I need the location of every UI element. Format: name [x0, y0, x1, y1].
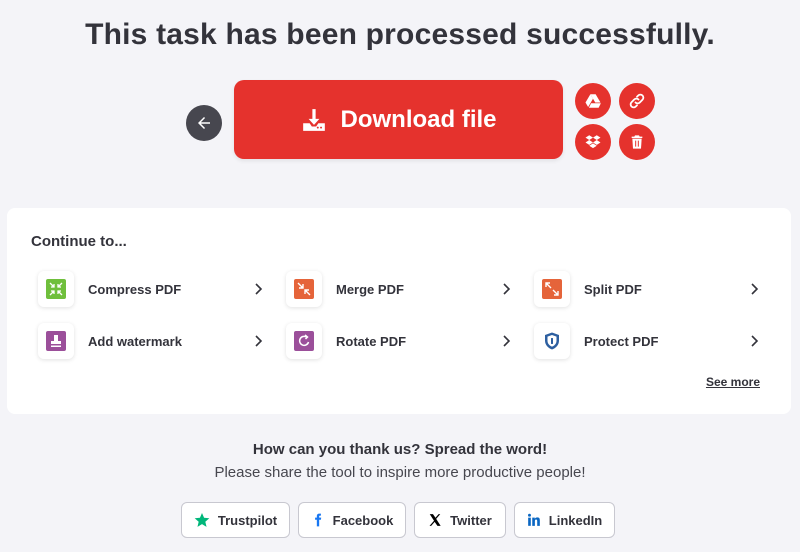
- chevron-right-icon: [255, 335, 263, 347]
- continue-title: Continue to...: [31, 233, 127, 250]
- social-label: LinkedIn: [548, 512, 603, 528]
- arrow-left-icon: [198, 117, 210, 129]
- social-label: Twitter: [450, 512, 492, 528]
- chevron-right-icon: [503, 283, 511, 295]
- chevron-right-icon: [503, 335, 511, 347]
- rotate-icon: [294, 331, 314, 351]
- tool-merge-pdf[interactable]: Merge PDF: [286, 271, 514, 307]
- linkedin-button[interactable]: LinkedIn: [514, 502, 615, 538]
- page-title: This task has been processed successfull…: [85, 18, 715, 51]
- facebook-button[interactable]: Facebook: [298, 502, 406, 538]
- facebook-icon: [314, 513, 321, 527]
- tool-protect-pdf[interactable]: Protect PDF: [534, 323, 762, 359]
- social-label: Facebook: [332, 512, 394, 528]
- tool-split-pdf[interactable]: Split PDF: [534, 271, 762, 307]
- tool-add-watermark[interactable]: Add watermark: [38, 323, 266, 359]
- compress-icon: [46, 279, 66, 299]
- social-label: Trustpilot: [217, 512, 278, 528]
- google-drive-icon: [585, 94, 601, 108]
- delete-button[interactable]: [619, 124, 655, 160]
- download-label: Download file: [340, 105, 497, 133]
- share-title: How can you thank us? Spread the word!: [252, 441, 548, 458]
- tool-label: Add watermark: [88, 333, 182, 349]
- back-button[interactable]: [186, 105, 222, 141]
- share-subtitle: Please share the tool to inspire more pr…: [214, 464, 586, 481]
- see-more-link[interactable]: See more: [706, 375, 760, 389]
- chevron-right-icon: [255, 283, 263, 295]
- tool-label: Split PDF: [584, 281, 642, 297]
- download-file-button[interactable]: Download file: [234, 80, 563, 159]
- tool-label: Compress PDF: [88, 281, 182, 297]
- trustpilot-button[interactable]: Trustpilot: [181, 502, 290, 538]
- merge-icon: [294, 279, 314, 299]
- watermark-icon: [46, 331, 66, 351]
- split-icon: [542, 279, 562, 299]
- continue-card: Continue to... Compress PDF Merge PDF Sp…: [7, 208, 791, 414]
- twitter-button[interactable]: Twitter: [414, 502, 506, 538]
- save-to-google-drive-button[interactable]: [575, 83, 611, 119]
- dropbox-icon: [585, 135, 601, 149]
- trash-icon: [631, 135, 643, 149]
- link-icon: [629, 93, 645, 109]
- tool-label: Protect PDF: [584, 333, 659, 349]
- tool-rotate-pdf[interactable]: Rotate PDF: [286, 323, 514, 359]
- save-to-dropbox-button[interactable]: [575, 124, 611, 160]
- tool-label: Merge PDF: [336, 281, 404, 297]
- chevron-right-icon: [751, 283, 759, 295]
- tool-label: Rotate PDF: [336, 333, 407, 349]
- shield-icon: [545, 332, 559, 350]
- linkedin-icon: [527, 513, 540, 526]
- star-icon: [194, 513, 210, 527]
- chevron-right-icon: [751, 335, 759, 347]
- download-icon: [302, 108, 325, 131]
- copy-link-button[interactable]: [619, 83, 655, 119]
- tool-compress-pdf[interactable]: Compress PDF: [38, 271, 266, 307]
- x-icon: [429, 514, 441, 526]
